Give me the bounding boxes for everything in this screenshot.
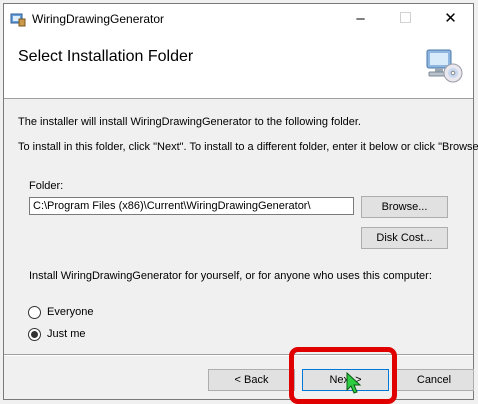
page-title: Select Installation Folder	[18, 48, 194, 65]
folder-label: Folder:	[29, 180, 64, 192]
installer-window: WiringDrawingGenerator – ☐ ✕ Select Inst…	[3, 3, 478, 400]
mouse-cursor-icon	[346, 372, 362, 394]
footer-separator	[4, 354, 473, 356]
just-me-radio[interactable]	[28, 328, 41, 341]
back-button[interactable]: < Back	[208, 369, 295, 391]
next-highlight-box	[289, 347, 397, 404]
everyone-radio[interactable]	[28, 306, 41, 319]
folder-path-input[interactable]: C:\Program Files (x86)\Current\WiringDra…	[29, 197, 354, 215]
installer-app-icon	[10, 13, 26, 27]
radio-selected-dot	[31, 331, 38, 338]
everyone-label[interactable]: Everyone	[47, 306, 93, 318]
window-title: WiringDrawingGenerator	[32, 12, 165, 26]
instructions-text: To install in this folder, click "Next".…	[18, 141, 478, 153]
intro-text: The installer will install WiringDrawing…	[18, 116, 361, 128]
maximize-button[interactable]: ☐	[383, 4, 428, 34]
close-button[interactable]: ✕	[428, 4, 473, 34]
cancel-button[interactable]: Cancel	[394, 369, 474, 391]
install-for-text: Install WiringDrawingGenerator for yours…	[29, 270, 432, 282]
disk-cost-button[interactable]: Disk Cost...	[361, 227, 448, 249]
browse-button[interactable]: Browse...	[361, 196, 448, 218]
title-bar: WiringDrawingGenerator – ☐ ✕	[4, 4, 473, 34]
wizard-header: Select Installation Folder	[4, 34, 473, 99]
just-me-label[interactable]: Just me	[47, 328, 86, 340]
minimize-button[interactable]: –	[338, 4, 383, 34]
computer-cd-icon	[426, 49, 463, 83]
